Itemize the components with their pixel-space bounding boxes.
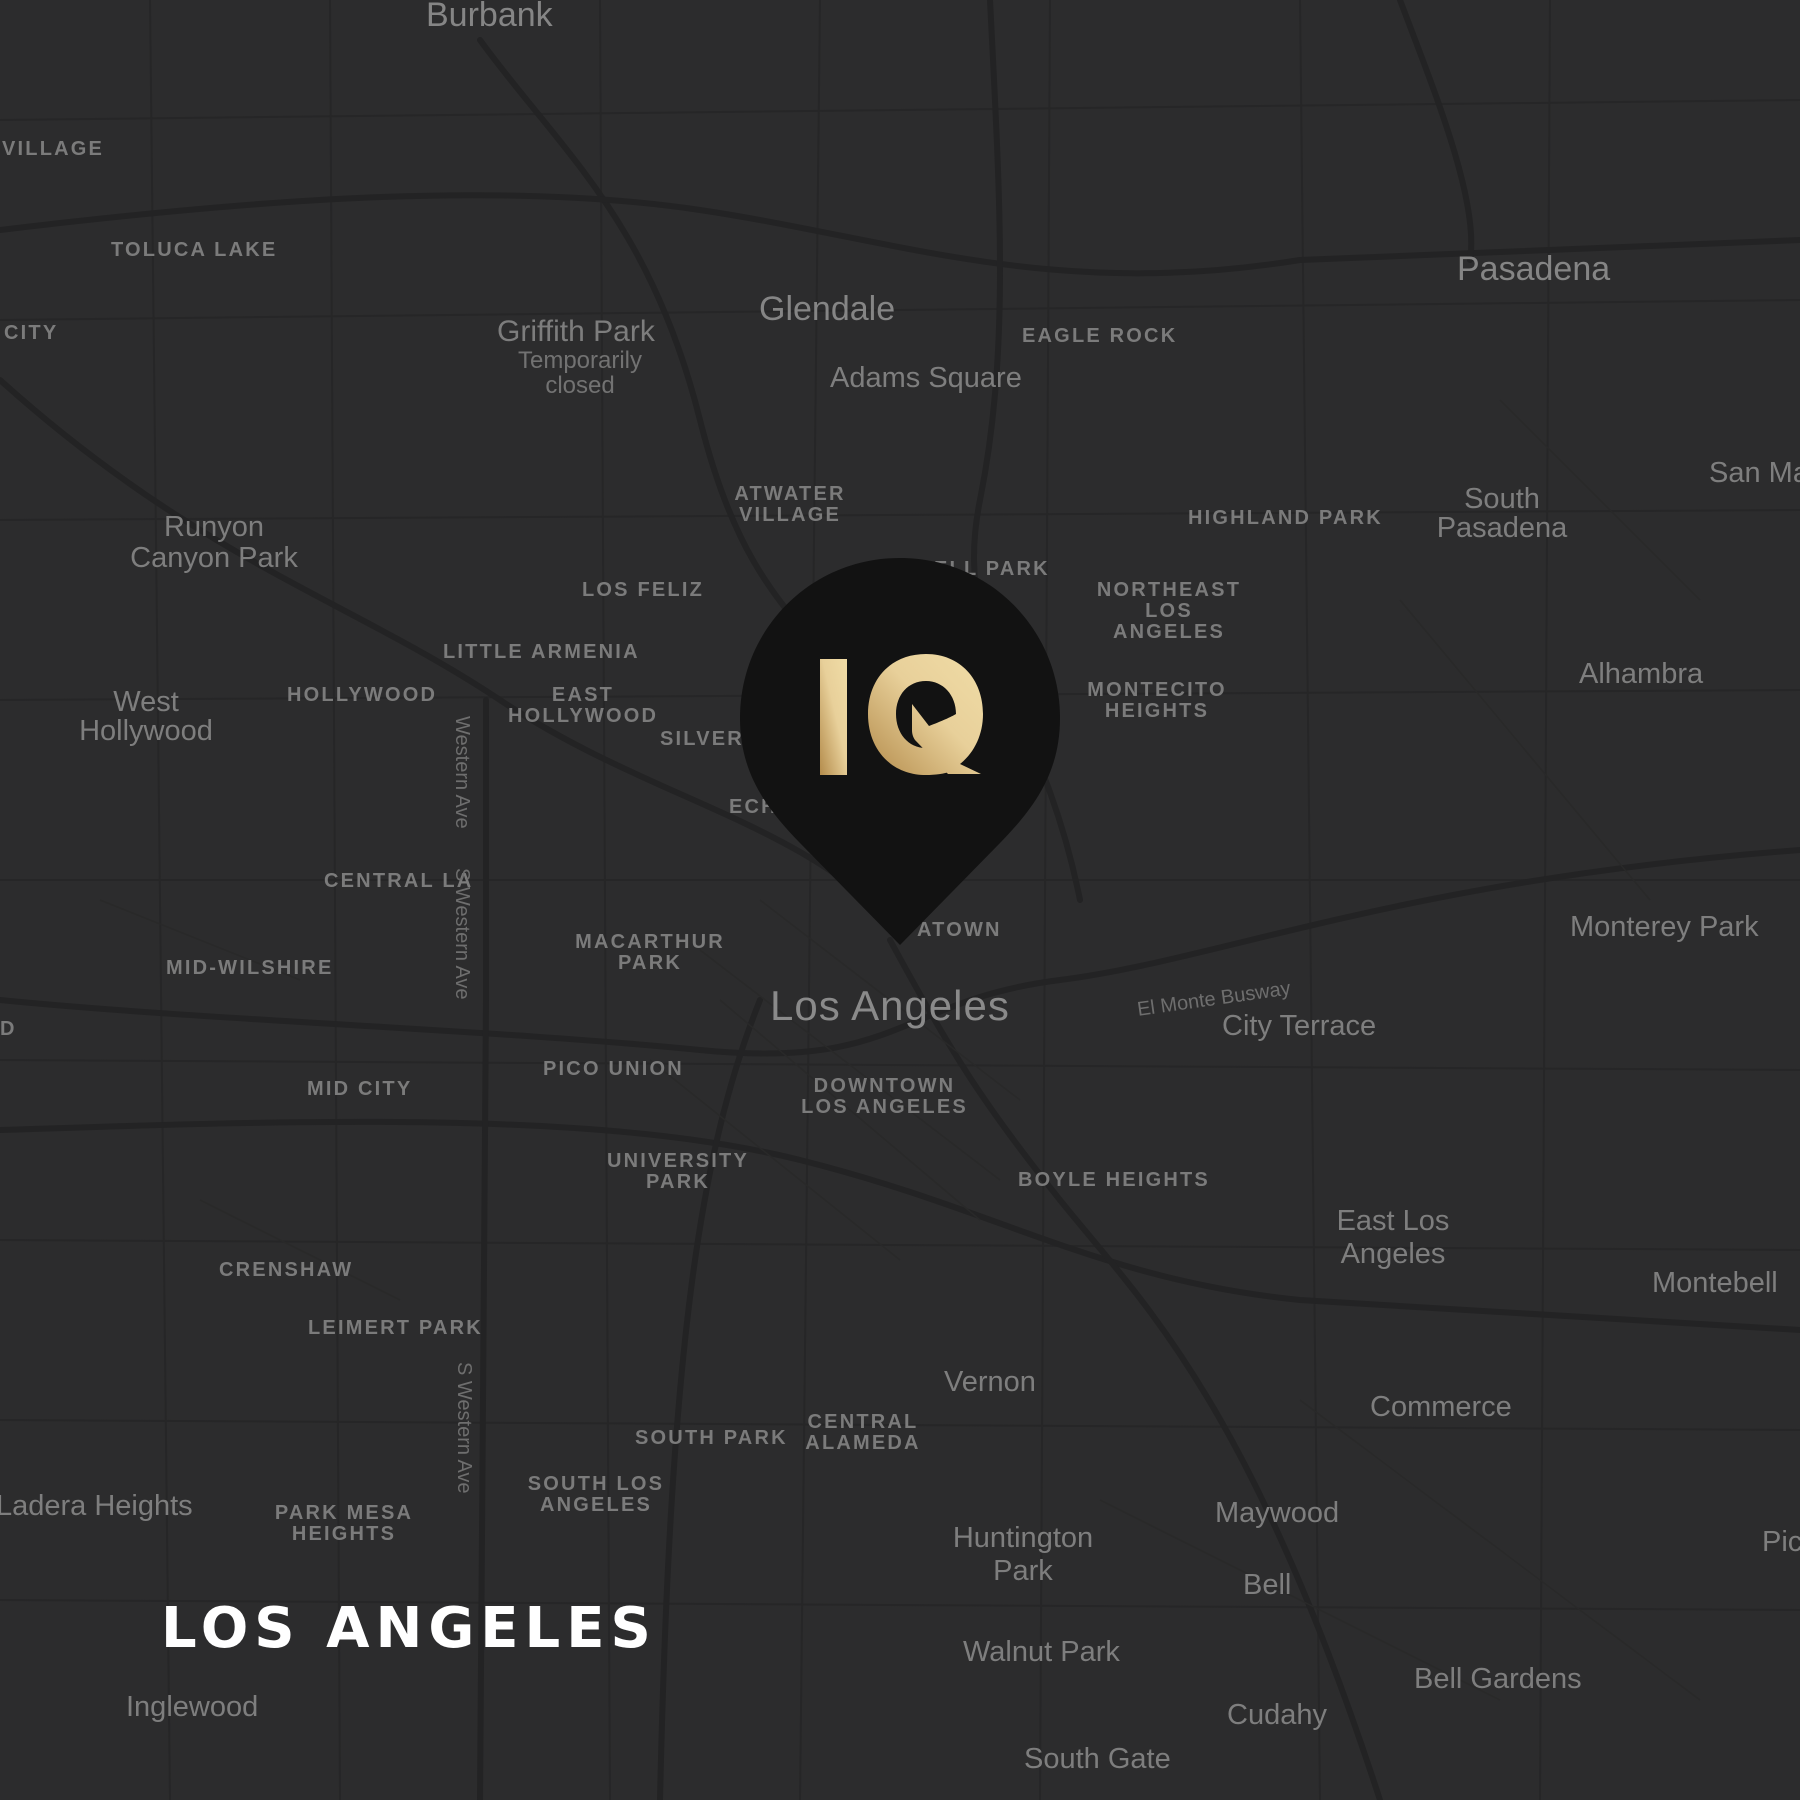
hood-label-city[interactable]: CITY	[4, 323, 58, 344]
hood-label-south-los-angeles[interactable]: SOUTH LOS ANGELES	[521, 1474, 671, 1516]
hood-label-village[interactable]: VILLAGE	[2, 139, 104, 160]
place-label-west-hollywood[interactable]: West Hollywood	[78, 688, 214, 746]
place-label-monterey-park[interactable]: Monterey Park	[1570, 913, 1759, 942]
hood-label-silver[interactable]: SILVER	[660, 729, 744, 750]
hood-label-toluca-lake[interactable]: TOLUCA LAKE	[111, 240, 277, 261]
hood-label-downtown-los-angeles[interactable]: DOWNTOWN LOS ANGELES	[797, 1076, 972, 1118]
place-label-city-terrace[interactable]: City Terrace	[1222, 1012, 1376, 1041]
place-label-commerce[interactable]: Commerce	[1370, 1393, 1512, 1422]
place-label-montebell[interactable]: Montebell	[1652, 1269, 1778, 1298]
street-label-western-ave[interactable]: Western Ave	[451, 716, 473, 829]
hood-label-d[interactable]: D	[0, 1019, 17, 1040]
hood-label-atwater-village[interactable]: ATWATER VILLAGE	[730, 484, 850, 526]
city-title: LOS ANGELES	[161, 1596, 657, 1661]
place-label-burbank[interactable]: Burbank	[426, 0, 553, 32]
hood-label-boyle-heights[interactable]: BOYLE HEIGHTS	[1018, 1170, 1210, 1191]
place-label-ladera-heights[interactable]: Ladera Heights	[0, 1492, 193, 1521]
place-label-bell[interactable]: Bell	[1243, 1571, 1291, 1600]
place-label-runyon-canyon-park[interactable]: Runyon Canyon Park	[124, 512, 304, 574]
place-label-south-pasadena[interactable]: South Pasadena	[1434, 485, 1570, 543]
place-label-glendale[interactable]: Glendale	[759, 292, 895, 326]
hood-label-macarthur-park[interactable]: MACARTHUR PARK	[570, 932, 730, 974]
hood-label-pico-union[interactable]: PICO UNION	[543, 1059, 684, 1080]
hood-label-highland-park[interactable]: HIGHLAND PARK	[1188, 508, 1383, 529]
place-label-alhambra[interactable]: Alhambra	[1579, 660, 1703, 689]
place-label-los-angeles[interactable]: Los Angeles	[770, 985, 1010, 1027]
hood-label-mid-wilshire[interactable]: MID-WILSHIRE	[166, 958, 334, 979]
hood-label-los-feliz[interactable]: LOS FELIZ	[582, 580, 704, 601]
hood-label-east-hollywood[interactable]: EAST HOLLYWOOD	[508, 685, 658, 727]
hood-label-park-mesa-heights[interactable]: PARK MESA HEIGHTS	[269, 1503, 419, 1545]
hood-label-university-park[interactable]: UNIVERSITY PARK	[598, 1151, 758, 1193]
park-label-griffith-park[interactable]: Griffith Park	[497, 317, 655, 347]
hood-label-eagle-rock[interactable]: EAGLE ROCK	[1022, 326, 1177, 347]
hood-label-leimert-park[interactable]: LEIMERT PARK	[308, 1318, 483, 1339]
hood-label-hollywood[interactable]: HOLLYWOOD	[287, 685, 437, 706]
park-status-label: Temporarily closed	[517, 347, 643, 399]
place-label-pic[interactable]: Pic	[1762, 1528, 1800, 1557]
hood-label-montecito-heights[interactable]: MONTECITO HEIGHTS	[1082, 680, 1232, 722]
place-label-adams-square[interactable]: Adams Square	[830, 364, 1022, 393]
hood-label-south-park[interactable]: SOUTH PARK	[635, 1428, 788, 1449]
place-label-south-gate[interactable]: South Gate	[1024, 1745, 1171, 1774]
street-label-s-western-ave-south[interactable]: S Western Ave	[453, 1362, 475, 1494]
place-label-cudahy[interactable]: Cudahy	[1227, 1701, 1327, 1730]
hood-label-central-alameda[interactable]: CENTRAL ALAMEDA	[798, 1412, 928, 1454]
hood-label-little-armenia[interactable]: LITTLE ARMENIA	[443, 642, 640, 663]
place-label-huntington-park[interactable]: Huntington Park	[931, 1522, 1115, 1588]
place-label-maywood[interactable]: Maywood	[1215, 1499, 1339, 1528]
place-label-pasadena[interactable]: Pasadena	[1457, 252, 1610, 286]
place-label-vernon[interactable]: Vernon	[944, 1368, 1036, 1397]
place-label-bell-gardens[interactable]: Bell Gardens	[1414, 1665, 1582, 1694]
place-label-walnut-park[interactable]: Walnut Park	[963, 1638, 1120, 1667]
place-label-inglewood[interactable]: Inglewood	[126, 1693, 258, 1722]
map-canvas[interactable]: Burbank Glendale Pasadena Adams Square R…	[0, 0, 1800, 1800]
place-label-san-ma[interactable]: San Ma	[1709, 459, 1800, 488]
hood-label-northeast-los-angeles[interactable]: NORTHEAST LOS ANGELES	[1089, 580, 1249, 643]
place-label-east-los-angeles[interactable]: East Los Angeles	[1319, 1205, 1467, 1271]
map-pin-icon[interactable]	[738, 558, 1062, 945]
hood-label-crenshaw[interactable]: CRENSHAW	[219, 1260, 353, 1281]
street-label-s-western-ave-north[interactable]: S Western Ave	[451, 868, 473, 1000]
hood-label-mid-city[interactable]: MID CITY	[307, 1079, 412, 1100]
